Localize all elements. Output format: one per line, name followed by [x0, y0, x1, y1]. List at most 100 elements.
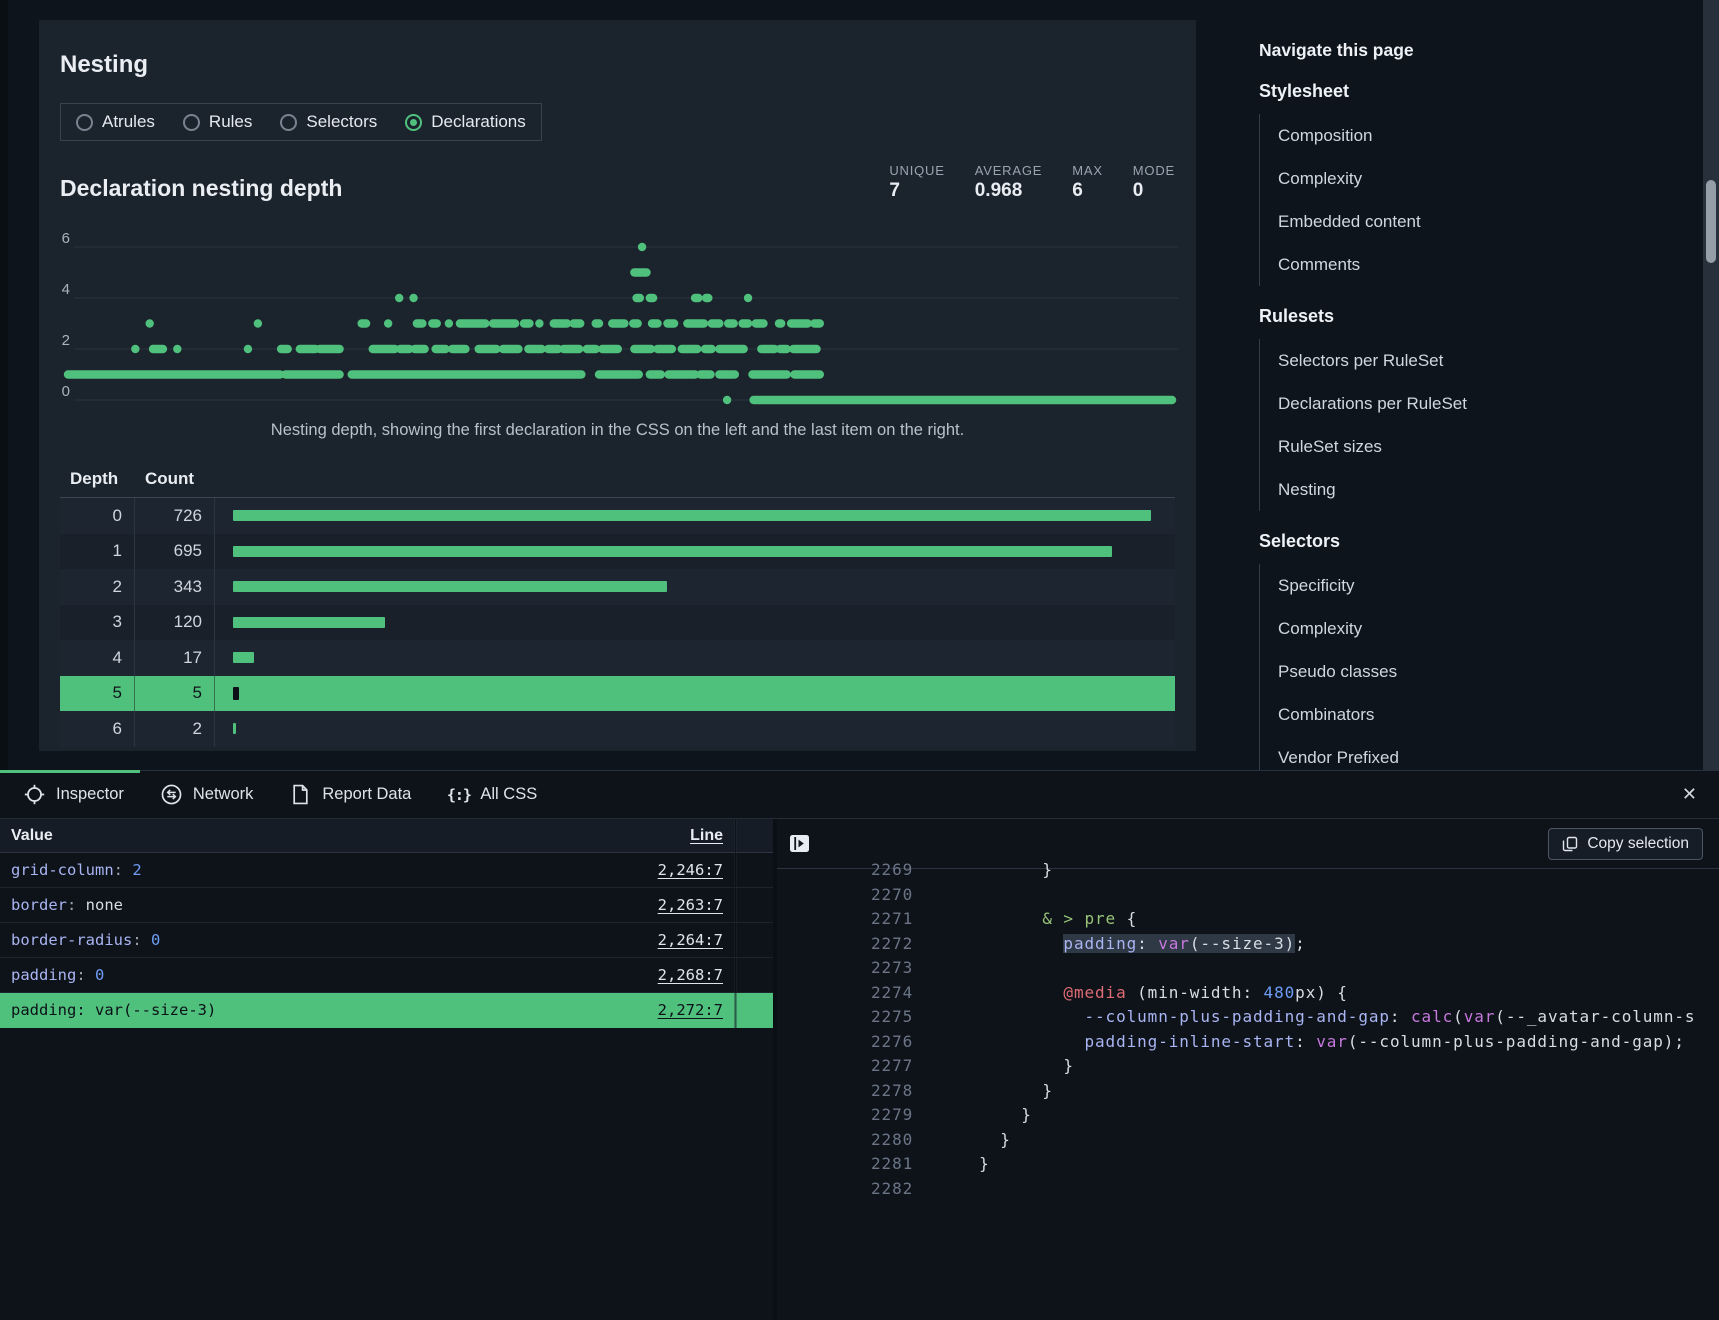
tab-report-data[interactable]: Report Data — [280, 771, 438, 818]
radio-label: Rules — [209, 112, 252, 132]
nav-item-pseudo-classes[interactable]: Pseudo classes — [1278, 650, 1589, 693]
radio-atrules[interactable]: Atrules — [76, 112, 155, 132]
nav-item-composition[interactable]: Composition — [1278, 114, 1589, 157]
line-link[interactable]: 2,246:7 — [658, 861, 723, 879]
nav-item-ruleset-sizes[interactable]: RuleSet sizes — [1278, 425, 1589, 468]
tab-label: All CSS — [480, 785, 537, 804]
tab-label: Inspector — [56, 785, 124, 804]
code-line-2276: 2276 padding-inline-start: var(--column-… — [777, 1030, 1719, 1055]
code-line-2274: 2274 @media (min-width: 480px) { — [777, 981, 1719, 1006]
all-css-icon: {:} — [448, 784, 469, 805]
count-bar — [215, 676, 1175, 712]
stat-max: MAX6 — [1072, 163, 1103, 202]
code-line-2279: 2279 } — [777, 1103, 1719, 1128]
code-line-2275: 2275 --column-plus-padding-and-gap: calc… — [777, 1005, 1719, 1030]
radio-circle-icon — [183, 114, 200, 131]
nav-section-rulesets: Rulesets — [1259, 306, 1589, 327]
line-number: 2278 — [871, 1079, 917, 1104]
declaration-row[interactable]: padding: var(--size-3)2,272:7 — [0, 993, 773, 1028]
line-link[interactable]: 2,264:7 — [658, 931, 723, 949]
radio-label: Selectors — [306, 112, 377, 132]
window-left-edge — [0, 0, 8, 770]
line-number: 2277 — [871, 1054, 917, 1079]
svg-text:4: 4 — [62, 281, 70, 298]
line-number: 2279 — [871, 1103, 917, 1128]
tab-inspector[interactable]: Inspector — [14, 771, 151, 818]
tab-label: Network — [193, 785, 254, 804]
nesting-card: Nesting Atrules Rules Selectors Declaration… — [39, 20, 1196, 751]
copy-selection-button[interactable]: Copy selection — [1548, 828, 1703, 860]
code-line-2273: 2273 — [777, 956, 1719, 981]
nav-item-embedded-content[interactable]: Embedded content — [1278, 200, 1589, 243]
depth-table-row-1[interactable]: 1695 — [60, 534, 1175, 570]
chart-stats: UNIQUE7AVERAGE0.968MAX6MODE0 — [889, 163, 1175, 202]
report-data-icon — [290, 784, 311, 805]
nav-item-specificity[interactable]: Specificity — [1278, 564, 1589, 607]
code-line-2269: 2269 } — [777, 858, 1719, 883]
nav-item-complexity[interactable]: Complexity — [1278, 157, 1589, 200]
copy-selection-label: Copy selection — [1587, 835, 1689, 853]
radio-selectors[interactable]: Selectors — [280, 112, 377, 132]
code-line-2278: 2278 } — [777, 1079, 1719, 1104]
tab-network[interactable]: Network — [151, 771, 281, 818]
nav-item-nesting[interactable]: Nesting — [1278, 468, 1589, 511]
radio-label: Declarations — [431, 112, 526, 132]
nav-item-complexity[interactable]: Complexity — [1278, 607, 1589, 650]
close-icon[interactable]: ✕ — [1682, 784, 1697, 805]
declaration-row[interactable]: grid-column: 22,246:7 — [0, 853, 773, 888]
line-number: 2271 — [871, 907, 917, 932]
line-number: 2280 — [871, 1128, 917, 1153]
card-title: Nesting — [60, 51, 1175, 79]
line-number: 2272 — [871, 932, 917, 957]
code-line-2280: 2280 } — [777, 1128, 1719, 1153]
svg-text:6: 6 — [62, 230, 70, 247]
radio-circle-icon — [280, 114, 297, 131]
code-line-2272: 2272 padding: var(--size-3); — [777, 932, 1719, 957]
nav-item-selectors-per-ruleset[interactable]: Selectors per RuleSet — [1278, 339, 1589, 382]
radio-label: Atrules — [102, 112, 155, 132]
code-line-2277: 2277 } — [777, 1054, 1719, 1079]
line-column-header[interactable]: Line — [690, 827, 723, 845]
declaration-row[interactable]: border: none2,263:7 — [0, 888, 773, 923]
depth-table-row-3[interactable]: 3120 — [60, 605, 1175, 641]
panel-toggle-icon[interactable] — [789, 833, 813, 855]
chart-caption: Nesting depth, showing the first declara… — [60, 421, 1175, 440]
scrollbar-thumb[interactable] — [1706, 180, 1716, 263]
nav-item-comments[interactable]: Comments — [1278, 243, 1589, 286]
radio-declarations[interactable]: Declarations — [405, 112, 526, 132]
line-link[interactable]: 2,268:7 — [658, 966, 723, 984]
inspector-panel: InspectorNetworkReport Data{:}All CSS ✕ … — [0, 770, 1719, 1320]
count-bar — [215, 640, 1175, 676]
nav-section-stylesheet: Stylesheet — [1259, 81, 1589, 102]
declaration-row[interactable]: padding: 02,268:7 — [0, 958, 773, 993]
line-number: 2275 — [871, 1005, 917, 1030]
depth-table-row-0[interactable]: 0726 — [60, 498, 1175, 534]
line-link[interactable]: 2,263:7 — [658, 896, 723, 914]
nav-item-combinators[interactable]: Combinators — [1278, 693, 1589, 736]
depth-table-row-5[interactable]: 55 — [60, 676, 1175, 712]
depth-table-row-2[interactable]: 2343 — [60, 569, 1175, 605]
line-number: 2282 — [871, 1177, 917, 1196]
inspector-tab-bar: Inspector Network Report Data {:} All CSS ✕ — [0, 771, 1719, 819]
tab-all-css[interactable]: {:} All CSS — [438, 771, 564, 818]
crosshair-icon — [24, 784, 45, 805]
nav-section-selectors: Selectors — [1259, 531, 1589, 552]
css-code-viewer[interactable]: 2269 }22702271 & > pre {2272 padding: va… — [777, 858, 1719, 1195]
count-bar — [215, 498, 1175, 534]
declaration-row[interactable]: border-radius: 02,264:7 — [0, 923, 773, 958]
line-number: 2274 — [871, 981, 917, 1006]
count-bar — [215, 605, 1175, 641]
nav-item-declarations-per-ruleset[interactable]: Declarations per RuleSet — [1278, 382, 1589, 425]
radio-circle-icon — [76, 114, 93, 131]
depth-count-table: DepthCount07261695234331204175562 — [60, 460, 1175, 747]
value-column-header: Value — [11, 827, 53, 845]
app-window: Nesting Atrules Rules Selectors Declaration… — [0, 0, 1719, 1320]
line-number: 2281 — [871, 1152, 917, 1177]
depth-table-row-4[interactable]: 417 — [60, 640, 1175, 676]
code-line-2282: 2282 — [777, 1177, 1719, 1196]
page-navigation: Navigate this page StylesheetComposition… — [1259, 40, 1589, 779]
line-link[interactable]: 2,272:7 — [658, 1001, 723, 1019]
page-scrollbar[interactable] — [1703, 0, 1719, 770]
depth-table-row-6[interactable]: 62 — [60, 711, 1175, 747]
radio-rules[interactable]: Rules — [183, 112, 252, 132]
